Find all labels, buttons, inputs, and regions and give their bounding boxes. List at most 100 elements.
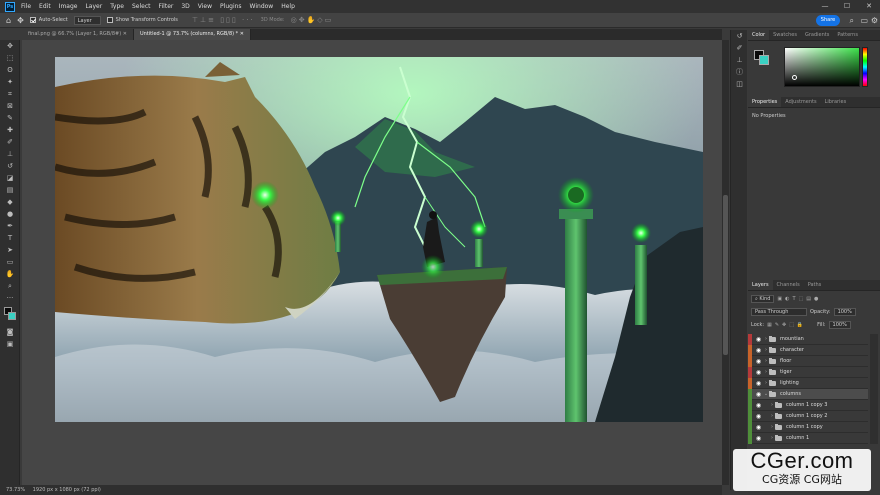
maximize-button[interactable]: ☐	[836, 0, 858, 13]
visibility-eye-icon[interactable]: ◉	[754, 345, 763, 356]
layer-filter-dropdown[interactable]: ⌕ Kind	[751, 295, 775, 303]
history-brush-icon[interactable]: ↺	[0, 160, 20, 172]
layer-filter-icons[interactable]: ▣◐T⬚▤●	[777, 296, 821, 302]
menu-image[interactable]: Image	[59, 3, 78, 10]
visibility-eye-icon[interactable]: ◉	[754, 378, 763, 389]
3d-mode-icons[interactable]: ◎✥✋◇▭	[291, 16, 334, 24]
tab-channels[interactable]: Channels	[773, 280, 804, 290]
background-color-swatch[interactable]	[8, 312, 16, 320]
layer-row-selected[interactable]: ◉ ⌄ columns	[748, 388, 868, 400]
home-icon[interactable]: ⌂	[6, 16, 11, 25]
visibility-eye-icon[interactable]: ◉	[754, 389, 763, 400]
menu-plugins[interactable]: Plugins	[220, 3, 242, 10]
photoshop-logo[interactable]: Ps	[5, 1, 15, 12]
stamp-icon[interactable]: ⊥	[0, 148, 20, 160]
gradient-icon[interactable]: ▤	[0, 184, 20, 196]
visibility-eye-icon[interactable]: ◉	[754, 422, 763, 433]
layer-row[interactable]: ◉ › tiger	[748, 366, 868, 378]
blend-mode-dropdown[interactable]: Pass Through	[751, 308, 807, 316]
menu-filter[interactable]: Filter	[159, 3, 174, 10]
align-icons[interactable]: ⊤⊥≡ ▯▯▯ ···	[192, 16, 255, 24]
quick-mask-icon[interactable]: ◙	[0, 326, 20, 338]
blur-icon[interactable]: ◆	[0, 196, 20, 208]
zoom-level[interactable]: 73.73%	[6, 487, 25, 493]
vertical-scrollbar-thumb[interactable]	[723, 195, 728, 355]
workspace-icon[interactable]: ▭	[860, 16, 868, 25]
visibility-eye-icon[interactable]: ◉	[754, 411, 763, 422]
menu-edit[interactable]: Edit	[39, 3, 51, 10]
zoom-icon[interactable]: ⌕	[0, 280, 20, 292]
layer-row[interactable]: ◉ › character	[748, 344, 868, 356]
lock-icons[interactable]: ▦✎✥⬚🔒	[767, 322, 806, 328]
search-icon[interactable]: ⌕	[850, 16, 854, 26]
magic-wand-icon[interactable]: ✦	[0, 76, 20, 88]
screen-mode-icon[interactable]: ▣	[0, 338, 20, 350]
transform-controls-checkbox[interactable]	[106, 17, 113, 23]
menu-view[interactable]: View	[198, 3, 212, 10]
document-info[interactable]: 1920 px x 1080 px (72 ppi)	[33, 487, 101, 493]
more-icon[interactable]: ···	[0, 292, 20, 304]
menu-select[interactable]: Select	[132, 3, 151, 10]
layer-row[interactable]: ◉ › column 1	[748, 432, 868, 444]
history-icon[interactable]: ↺	[731, 30, 748, 42]
background-color[interactable]	[759, 55, 769, 65]
tab-properties[interactable]: Properties	[748, 97, 782, 107]
layer-row[interactable]: ◉ › floor	[748, 355, 868, 367]
lasso-icon[interactable]: ʘ	[0, 64, 20, 76]
glyphs-icon[interactable]: ◫	[731, 78, 748, 90]
tab-swatches[interactable]: Swatches	[769, 30, 801, 40]
eraser-icon[interactable]: ◪	[0, 172, 20, 184]
visibility-eye-icon[interactable]: ◉	[754, 400, 763, 411]
menu-layer[interactable]: Layer	[85, 3, 102, 10]
info-icon[interactable]: ⓘ	[731, 66, 748, 78]
crop-icon[interactable]: ⌗	[0, 88, 20, 100]
menu-type[interactable]: Type	[110, 3, 124, 10]
opacity-input[interactable]: 100%	[833, 308, 856, 316]
hue-slider[interactable]	[862, 47, 868, 87]
tab-final-png[interactable]: final.png @ 66.7% (Layer 1, RGB/8#) ✕	[22, 29, 134, 40]
visibility-eye-icon[interactable]: ◉	[754, 356, 763, 367]
menu-help[interactable]: Help	[281, 3, 295, 10]
brush-settings-icon[interactable]: ✐	[731, 42, 748, 54]
move-tool-icon[interactable]: ✥	[17, 16, 24, 25]
auto-select-checkbox[interactable]	[29, 17, 36, 23]
tab-layers[interactable]: Layers	[748, 280, 773, 290]
tab-libraries[interactable]: Libraries	[821, 97, 851, 107]
color-swatches[interactable]	[0, 304, 19, 326]
dodge-icon[interactable]: ●	[0, 208, 20, 220]
color-picker-handle[interactable]	[792, 75, 797, 80]
fill-input[interactable]: 100%	[828, 321, 851, 329]
tab-untitled-1[interactable]: Untitled-1 @ 73.7% (columns, RGB/8) * ✕	[133, 29, 251, 40]
minimize-button[interactable]: —	[814, 0, 836, 13]
settings-gear-icon[interactable]: ⚙	[871, 16, 878, 25]
document-artwork[interactable]	[55, 57, 703, 422]
tab-gradients[interactable]: Gradients	[801, 30, 833, 40]
clone-source-icon[interactable]: ⊥	[731, 54, 748, 66]
brush-icon[interactable]: ✐	[0, 136, 20, 148]
tab-patterns[interactable]: Patterns	[833, 30, 862, 40]
auto-select-target-dropdown[interactable]: Layer	[73, 15, 101, 25]
transform-controls-option[interactable]: Show Transform Controls	[106, 17, 178, 23]
tab-color[interactable]: Color	[748, 30, 770, 40]
close-button[interactable]: ✕	[858, 0, 880, 13]
type-icon[interactable]: T	[0, 232, 20, 244]
layer-row[interactable]: ◉ › column 1 copy 2	[748, 410, 868, 422]
menu-window[interactable]: Window	[250, 3, 274, 10]
frame-icon[interactable]: ⊠	[0, 100, 20, 112]
layer-row[interactable]: ◉ › mountian	[748, 333, 868, 345]
layer-row[interactable]: ◉ › lighting	[748, 377, 868, 389]
eyedropper-icon[interactable]: ✎	[0, 112, 20, 124]
layer-row[interactable]: ◉ › column 1 copy	[748, 421, 868, 433]
tab-adjustments[interactable]: Adjustments	[781, 97, 820, 107]
path-select-icon[interactable]: ➤	[0, 244, 20, 256]
shape-icon[interactable]: ▭	[0, 256, 20, 268]
move-icon[interactable]: ✥	[0, 40, 20, 52]
share-button[interactable]: Share	[816, 15, 840, 26]
healing-icon[interactable]: ✚	[0, 124, 20, 136]
color-picker-field[interactable]	[784, 47, 860, 87]
marquee-icon[interactable]: ⬚	[0, 52, 20, 64]
auto-select-option[interactable]: Auto-Select	[29, 17, 68, 23]
visibility-eye-icon[interactable]: ◉	[754, 433, 763, 444]
tab-paths[interactable]: Paths	[804, 280, 826, 290]
menu-3d[interactable]: 3D	[181, 3, 189, 10]
